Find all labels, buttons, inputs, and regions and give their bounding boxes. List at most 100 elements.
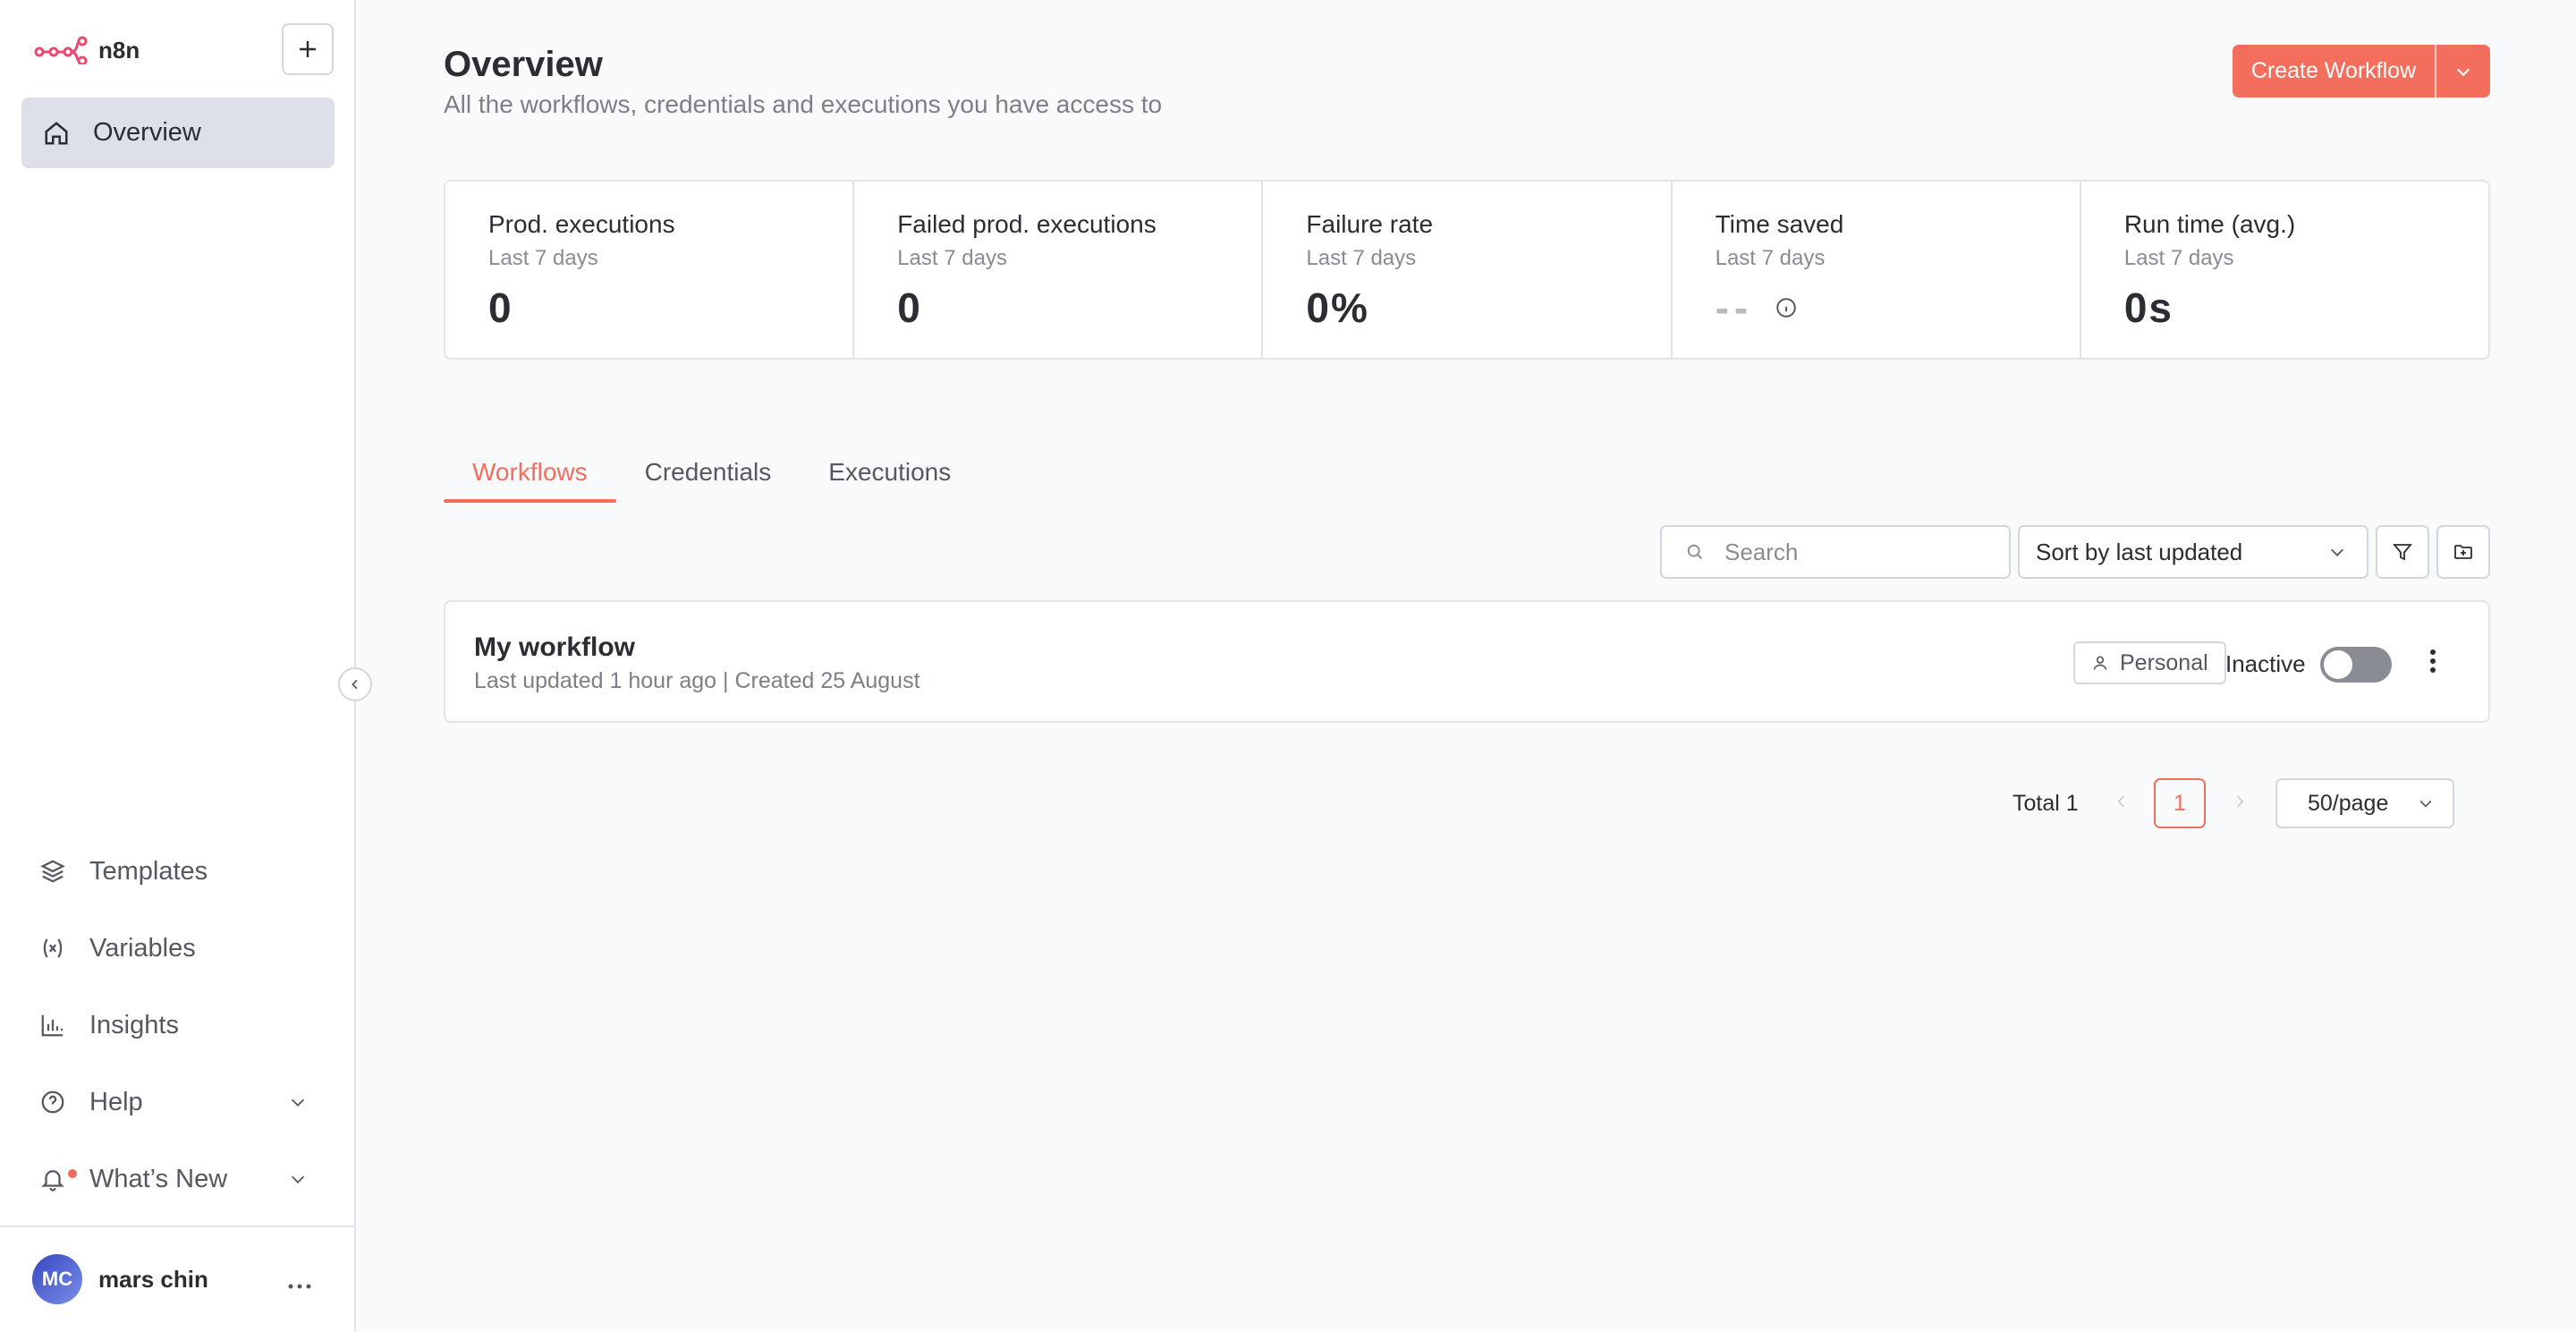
divider	[0, 1226, 356, 1227]
sidebar-item-label: What’s New	[89, 1164, 228, 1193]
workflow-meta: Last updated 1 hour ago | Created 25 Aug…	[474, 668, 920, 693]
app-name: n8n	[98, 36, 140, 64]
page-subtitle: All the workflows, credentials and execu…	[444, 90, 1163, 118]
stat-failure-rate[interactable]: Failure rate Last 7 days 0%	[1263, 182, 1673, 358]
sidebar-item-templates[interactable]: Templates	[39, 849, 308, 894]
create-workflow-dropdown[interactable]	[2436, 45, 2490, 98]
variables-icon	[43, 938, 63, 958]
create-workflow-button-group: Create Workflow	[2233, 45, 2490, 98]
stat-period: Last 7 days	[897, 246, 1007, 270]
n8n-logo-icon	[34, 36, 88, 64]
sort-select[interactable]: Sort by last updated	[2018, 525, 2368, 579]
page-size-select[interactable]: 50/page	[2275, 778, 2454, 828]
sidebar-item-whats-new[interactable]: What’s New	[39, 1157, 308, 1201]
more-vertical-icon	[2430, 649, 2436, 673]
tab-executions[interactable]: Executions	[800, 454, 979, 503]
stat-period: Last 7 days	[1715, 246, 1826, 270]
chevron-left-icon	[2117, 795, 2125, 808]
stat-run-time[interactable]: Run time (avg.) Last 7 days 0s	[2081, 182, 2488, 358]
chevron-down-icon	[291, 1099, 305, 1107]
notification-dot	[68, 1169, 77, 1178]
workflow-card[interactable]: My workflow Last updated 1 hour ago | Cr…	[444, 600, 2490, 723]
stat-value-wrap: --	[1716, 284, 2080, 332]
stat-title: Time saved	[1715, 210, 1844, 238]
pagination-next-button[interactable]	[2231, 791, 2249, 817]
user-more-button[interactable]	[288, 1268, 311, 1296]
stat-period: Last 7 days	[488, 246, 598, 270]
folder-plus-icon	[2454, 545, 2472, 559]
stat-value: 0	[488, 284, 513, 331]
chevron-down-icon	[291, 1175, 305, 1184]
page-size-value: 50/page	[2308, 790, 2389, 816]
sidebar-item-label: Help	[89, 1087, 143, 1116]
plus-icon	[300, 41, 316, 57]
add-button[interactable]	[282, 23, 334, 75]
sidebar-item-variables[interactable]: Variables	[39, 926, 308, 971]
sidebar: n8n Overview Templates Variables Insight…	[0, 0, 356, 1332]
info-icon[interactable]	[1775, 296, 1798, 319]
more-horizontal-icon	[288, 1284, 311, 1289]
avatar: MC	[32, 1254, 82, 1304]
bell-icon-wrap	[39, 1166, 77, 1192]
bell-icon	[41, 1170, 64, 1192]
chevron-left-icon	[352, 679, 358, 690]
workflow-name[interactable]: My workflow	[474, 632, 635, 663]
stat-failed-executions[interactable]: Failed prod. executions Last 7 days 0	[854, 182, 1264, 358]
stat-title: Failure rate	[1306, 210, 1434, 238]
pagination-prev-button[interactable]	[2113, 791, 2131, 817]
divider	[2435, 45, 2436, 98]
stat-period: Last 7 days	[1306, 246, 1417, 270]
insights-icon	[41, 1014, 64, 1037]
stat-period: Last 7 days	[2123, 246, 2234, 270]
sidebar-item-label: Insights	[89, 1010, 179, 1039]
sidebar-item-label: Variables	[89, 933, 196, 963]
workflow-menu-button[interactable]	[2429, 649, 2436, 678]
workflow-active-toggle[interactable]	[2320, 647, 2392, 683]
search-icon	[1687, 544, 1702, 559]
user-name: mars chin	[98, 1265, 208, 1293]
stats-summary: Prod. executions Last 7 days 0 Failed pr…	[444, 180, 2490, 360]
stat-value: --	[1715, 284, 1754, 331]
search-field	[1660, 525, 2011, 579]
tab-workflows[interactable]: Workflows	[444, 454, 616, 503]
logo[interactable]: n8n	[34, 36, 140, 64]
chevron-down-icon	[2419, 800, 2432, 808]
sidebar-item-label: Templates	[89, 856, 208, 886]
create-workflow-button[interactable]: Create Workflow	[2233, 45, 2435, 98]
new-folder-button[interactable]	[2436, 525, 2490, 579]
stat-value: 0s	[2123, 284, 2174, 331]
owner-badge-label: Personal	[2120, 649, 2208, 675]
filter-button[interactable]	[2376, 525, 2429, 579]
stat-title: Failed prod. executions	[897, 210, 1157, 238]
home-icon	[45, 121, 68, 144]
workflow-status-label: Inactive	[2225, 650, 2306, 677]
owner-badge: Personal	[2073, 641, 2226, 684]
stat-value: 0%	[1306, 284, 1369, 331]
user-menu[interactable]: MC mars chin	[32, 1254, 208, 1304]
chevron-down-icon	[2456, 67, 2470, 76]
overview-tabs: Workflows Credentials Executions	[444, 454, 979, 503]
stat-time-saved[interactable]: Time saved Last 7 days --	[1673, 182, 2081, 358]
stat-title: Prod. executions	[488, 210, 675, 238]
stat-value: 0	[897, 284, 922, 331]
tab-credentials[interactable]: Credentials	[616, 454, 801, 503]
chevron-right-icon	[2236, 795, 2244, 808]
sidebar-item-overview[interactable]: Overview	[21, 98, 335, 168]
stat-prod-executions[interactable]: Prod. executions Last 7 days 0	[445, 182, 855, 358]
user-icon	[2093, 656, 2107, 670]
sidebar-item-help[interactable]: Help	[39, 1080, 308, 1124]
sidebar-item-insights[interactable]: Insights	[39, 1003, 308, 1048]
filter-icon	[2393, 544, 2412, 561]
help-icon	[41, 1090, 64, 1114]
pagination-total: Total 1	[2012, 791, 2079, 816]
page-title: Overview	[444, 45, 603, 84]
collapse-sidebar-button[interactable]	[338, 667, 372, 701]
sidebar-item-label: Overview	[93, 118, 201, 147]
chevron-down-icon	[2330, 548, 2344, 556]
stat-title: Run time (avg.)	[2123, 210, 2296, 238]
toggle-knob	[2324, 650, 2352, 679]
pagination-page[interactable]: 1	[2154, 778, 2206, 828]
search-input[interactable]	[1724, 538, 1993, 566]
sort-select-value: Sort by last updated	[2036, 538, 2243, 565]
templates-icon	[40, 860, 65, 883]
